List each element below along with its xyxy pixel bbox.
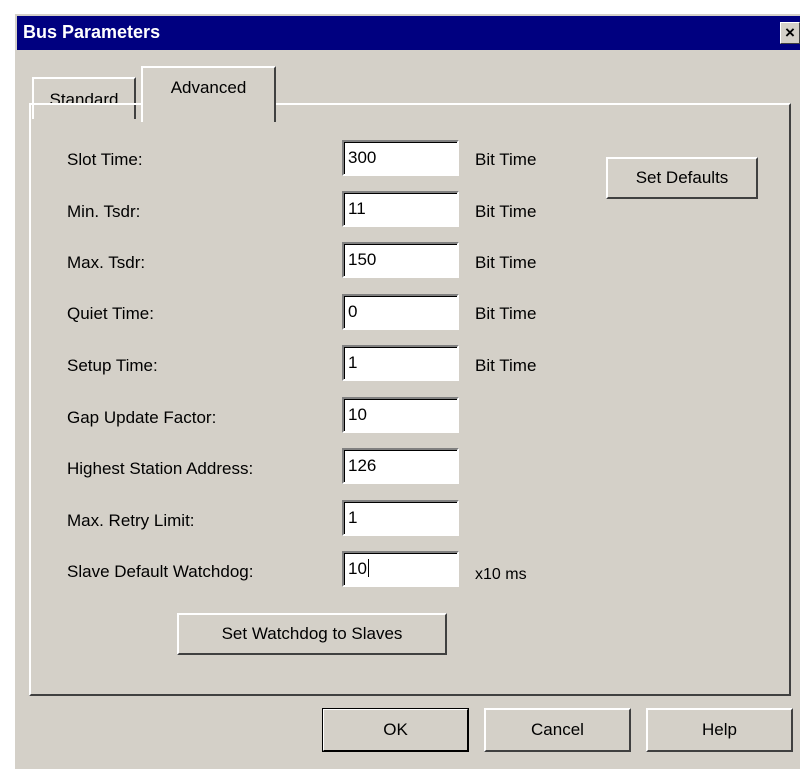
quiet-time-label: Quiet Time:: [67, 304, 154, 323]
ok-button[interactable]: OK: [322, 708, 469, 752]
close-icon: ×: [785, 23, 795, 42]
slot-time-field[interactable]: 300: [342, 140, 459, 176]
set-defaults-button[interactable]: Set Defaults: [606, 157, 758, 199]
slave-default-watchdog-field[interactable]: 10: [342, 551, 459, 587]
help-button[interactable]: Help: [646, 708, 793, 752]
quiet-time-field[interactable]: 0: [342, 294, 459, 330]
max-tsdr-label: Max. Tsdr:: [67, 253, 146, 272]
setup-time-unit: Bit Time: [475, 356, 537, 375]
slave-default-watchdog-unit: x10 ms: [475, 566, 527, 583]
cancel-button[interactable]: Cancel: [484, 708, 631, 752]
max-retry-limit-label: Max. Retry Limit:: [67, 511, 195, 530]
slot-time-label: Slot Time:: [67, 150, 143, 169]
quiet-time-unit: Bit Time: [475, 304, 537, 323]
highest-station-address-field[interactable]: 126: [342, 448, 459, 484]
gap-update-factor-label: Gap Update Factor:: [67, 408, 217, 427]
set-watchdog-to-slaves-button[interactable]: Set Watchdog to Slaves: [177, 613, 447, 655]
dialog-title: Bus Parameters: [23, 22, 161, 42]
min-tsdr-field[interactable]: 11: [342, 191, 459, 227]
slot-time-unit: Bit Time: [475, 150, 537, 169]
text-cursor: [367, 559, 369, 577]
gap-update-factor-field[interactable]: 10: [342, 397, 459, 433]
setup-time-label: Setup Time:: [67, 356, 158, 375]
tab-advanced[interactable]: Advanced: [141, 66, 276, 122]
title-bar[interactable]: Bus Parameters ×: [17, 16, 800, 50]
advanced-tab-panel: Slot Time: 300 Bit Time Min. Tsdr: 11 Bi…: [29, 103, 791, 696]
bus-parameters-dialog: Bus Parameters × Standard Advanced Slot …: [14, 13, 800, 769]
setup-time-field[interactable]: 1: [342, 345, 459, 381]
min-tsdr-label: Min. Tsdr:: [67, 202, 141, 221]
max-tsdr-field[interactable]: 150: [342, 242, 459, 278]
max-retry-limit-field[interactable]: 1: [342, 500, 459, 536]
slave-default-watchdog-label: Slave Default Watchdog:: [67, 562, 254, 581]
max-tsdr-unit: Bit Time: [475, 253, 537, 272]
min-tsdr-unit: Bit Time: [475, 202, 537, 221]
highest-station-address-label: Highest Station Address:: [67, 459, 254, 478]
close-button[interactable]: ×: [780, 22, 800, 44]
slave-default-watchdog-value: 10: [348, 559, 367, 578]
